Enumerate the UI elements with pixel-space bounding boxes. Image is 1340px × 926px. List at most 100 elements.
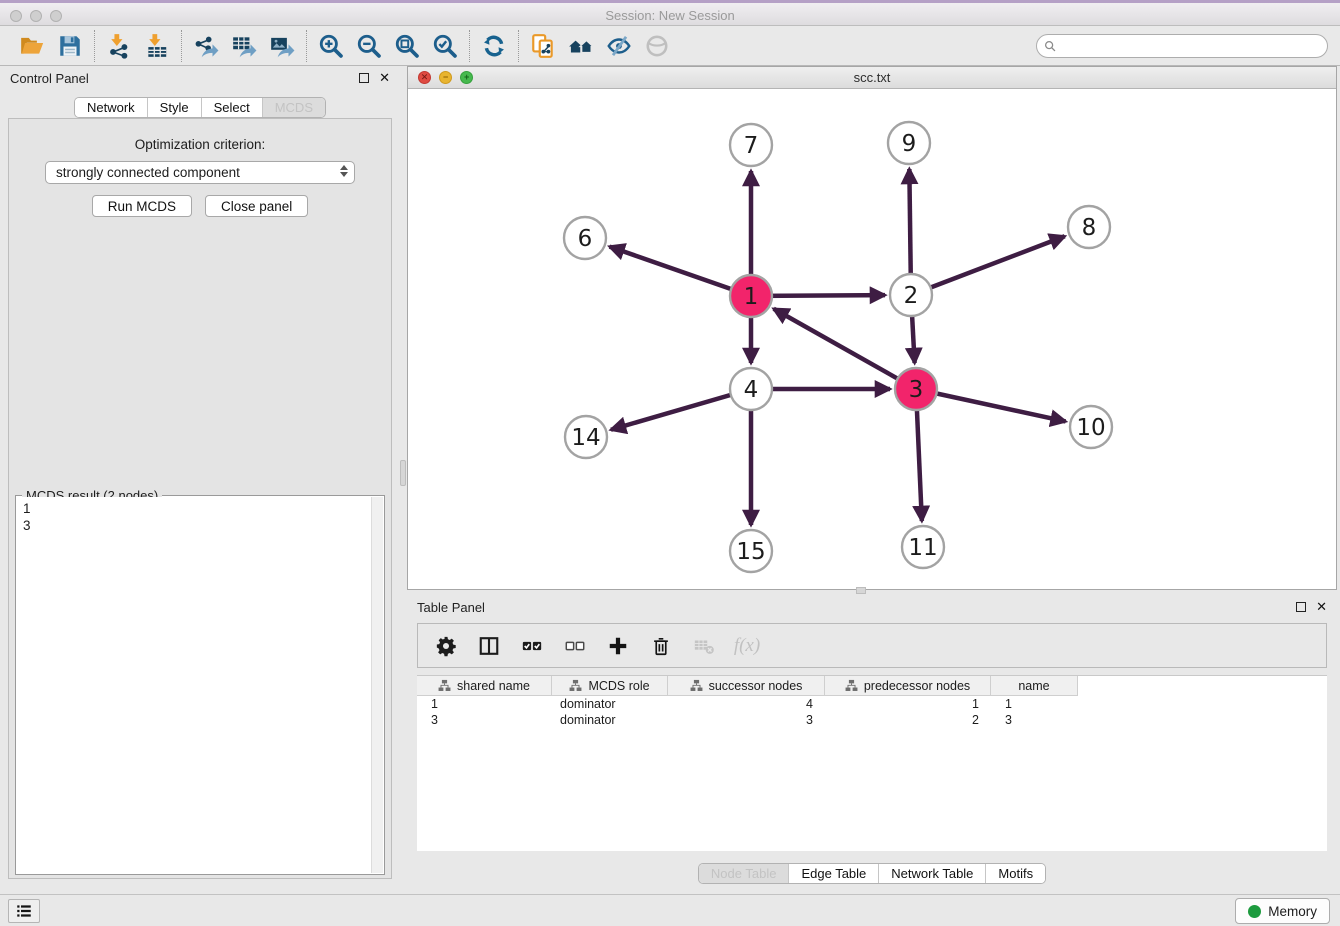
delete-row-button[interactable] bbox=[649, 634, 673, 658]
function-button[interactable]: f(x) bbox=[735, 634, 759, 658]
edge-1-6[interactable] bbox=[610, 247, 751, 296]
first-neighbors-button[interactable] bbox=[565, 30, 597, 62]
network-window-titlebar: ✕ − + scc.txt bbox=[408, 67, 1336, 89]
node-label-10: 10 bbox=[1076, 415, 1105, 441]
zoom-selected-button[interactable] bbox=[429, 30, 461, 62]
memory-button[interactable]: Memory bbox=[1235, 898, 1330, 924]
cell[interactable]: 1 bbox=[991, 697, 1078, 711]
tab-select[interactable]: Select bbox=[201, 98, 262, 117]
search-box bbox=[1036, 34, 1328, 58]
table-panel-title: Table Panel bbox=[417, 600, 485, 615]
refresh-layout-icon bbox=[481, 33, 507, 59]
column-header-shared-name[interactable]: shared name bbox=[417, 676, 552, 696]
control-panel-header: Control Panel ✕ bbox=[0, 66, 400, 90]
import-network-button[interactable] bbox=[103, 30, 135, 62]
save-icon bbox=[57, 33, 83, 59]
edge-3-10[interactable] bbox=[916, 389, 1066, 421]
hide-selected-button[interactable] bbox=[603, 30, 635, 62]
table-tab-edge-table[interactable]: Edge Table bbox=[788, 864, 878, 883]
columns-icon bbox=[478, 635, 500, 657]
export-image-button[interactable] bbox=[266, 30, 298, 62]
cell[interactable]: 3 bbox=[991, 713, 1078, 727]
import-table-button[interactable] bbox=[141, 30, 173, 62]
node-label-2: 2 bbox=[904, 283, 919, 309]
column-header-predecessor-nodes[interactable]: predecessor nodes bbox=[825, 676, 991, 696]
zoom-in-button[interactable] bbox=[315, 30, 347, 62]
gear-button[interactable] bbox=[434, 634, 458, 658]
cell[interactable]: dominator bbox=[552, 697, 668, 711]
zoom-fit-icon bbox=[394, 33, 420, 59]
network-view-window: ✕ − + scc.txt 7968124314101511 bbox=[407, 66, 1337, 590]
deselect-all-button[interactable] bbox=[563, 634, 587, 658]
table-tabs: Node TableEdge TableNetwork TableMotifs bbox=[407, 863, 1337, 884]
tab-network[interactable]: Network bbox=[75, 98, 147, 117]
table-row[interactable]: 3dominator323 bbox=[417, 712, 1327, 728]
optimization-criterion-label: Optimization criterion: bbox=[9, 137, 391, 152]
search-input[interactable] bbox=[1036, 34, 1328, 58]
table-tab-motifs[interactable]: Motifs bbox=[985, 864, 1045, 883]
node-label-1: 1 bbox=[744, 284, 759, 310]
duplicate-network-icon bbox=[530, 33, 556, 59]
task-history-button[interactable] bbox=[8, 899, 40, 923]
cell[interactable]: 1 bbox=[417, 697, 552, 711]
zoom-fit-button[interactable] bbox=[391, 30, 423, 62]
edge-3-1[interactable] bbox=[774, 309, 916, 389]
main-toolbar bbox=[0, 26, 1340, 66]
cell[interactable]: dominator bbox=[552, 713, 668, 727]
float-panel-icon[interactable] bbox=[359, 73, 369, 83]
cell[interactable]: 1 bbox=[825, 697, 991, 711]
run-mcds-button[interactable]: Run MCDS bbox=[92, 195, 192, 217]
column-label: shared name bbox=[457, 679, 530, 693]
open-folder-icon bbox=[19, 33, 45, 59]
show-all-button[interactable] bbox=[641, 30, 673, 62]
hide-selected-icon bbox=[606, 33, 632, 59]
network-graph[interactable]: 7968124314101511 bbox=[408, 89, 1336, 589]
close-panel-icon[interactable]: ✕ bbox=[379, 73, 390, 83]
node-label-4: 4 bbox=[744, 377, 759, 403]
close-table-panel-icon[interactable]: ✕ bbox=[1316, 602, 1327, 612]
column-label: successor nodes bbox=[709, 679, 803, 693]
duplicate-network-button[interactable] bbox=[527, 30, 559, 62]
cell[interactable]: 4 bbox=[668, 697, 825, 711]
import-network-icon bbox=[106, 33, 132, 59]
table-panel: Table Panel ✕ f(x) shared name MCDS role s… bbox=[407, 595, 1337, 891]
vertical-splitter-handle[interactable] bbox=[400, 460, 406, 486]
optimization-criterion-select[interactable]: strongly connected component bbox=[45, 161, 355, 184]
status-bar: Memory bbox=[0, 894, 1340, 926]
zoom-out-button[interactable] bbox=[353, 30, 385, 62]
open-folder-button[interactable] bbox=[16, 30, 48, 62]
table-row[interactable]: 1dominator411 bbox=[417, 696, 1327, 712]
horizontal-splitter-handle[interactable] bbox=[856, 587, 866, 594]
table-tab-network-table[interactable]: Network Table bbox=[878, 864, 985, 883]
cell[interactable]: 2 bbox=[825, 713, 991, 727]
table-tab-node-table[interactable]: Node Table bbox=[699, 864, 789, 883]
control-panel-title: Control Panel bbox=[10, 71, 89, 86]
edge-2-8[interactable] bbox=[911, 236, 1065, 295]
main-toolbar-groups bbox=[8, 30, 681, 62]
refresh-layout-button[interactable] bbox=[478, 30, 510, 62]
mcds-result-text[interactable]: 1 3 bbox=[17, 497, 371, 873]
export-network-button[interactable] bbox=[190, 30, 222, 62]
tab-style[interactable]: Style bbox=[147, 98, 201, 117]
column-header-successor-nodes[interactable]: successor nodes bbox=[668, 676, 825, 696]
export-table-button[interactable] bbox=[228, 30, 260, 62]
add-row-button[interactable] bbox=[606, 634, 630, 658]
column-header-name[interactable]: name bbox=[991, 676, 1078, 696]
delete-table-button[interactable] bbox=[692, 634, 716, 658]
select-all-button[interactable] bbox=[520, 634, 544, 658]
first-neighbors-icon bbox=[568, 33, 594, 59]
result-scrollbar[interactable] bbox=[371, 497, 383, 873]
cell[interactable]: 3 bbox=[417, 713, 552, 727]
float-table-panel-icon[interactable] bbox=[1296, 602, 1306, 612]
table-tab-segmented: Node TableEdge TableNetwork TableMotifs bbox=[698, 863, 1046, 884]
close-panel-button[interactable]: Close panel bbox=[205, 195, 308, 217]
tab-mcds[interactable]: MCDS bbox=[262, 98, 325, 117]
node-label-15: 15 bbox=[736, 539, 765, 565]
cell[interactable]: 3 bbox=[668, 713, 825, 727]
column-header-mcds-role[interactable]: MCDS role bbox=[552, 676, 668, 696]
columns-button[interactable] bbox=[477, 634, 501, 658]
tree-icon bbox=[569, 679, 582, 692]
mcds-result-box: MCDS result (2 nodes) 1 3 bbox=[15, 495, 385, 875]
save-button[interactable] bbox=[54, 30, 86, 62]
network-canvas[interactable]: 7968124314101511 bbox=[408, 89, 1336, 589]
